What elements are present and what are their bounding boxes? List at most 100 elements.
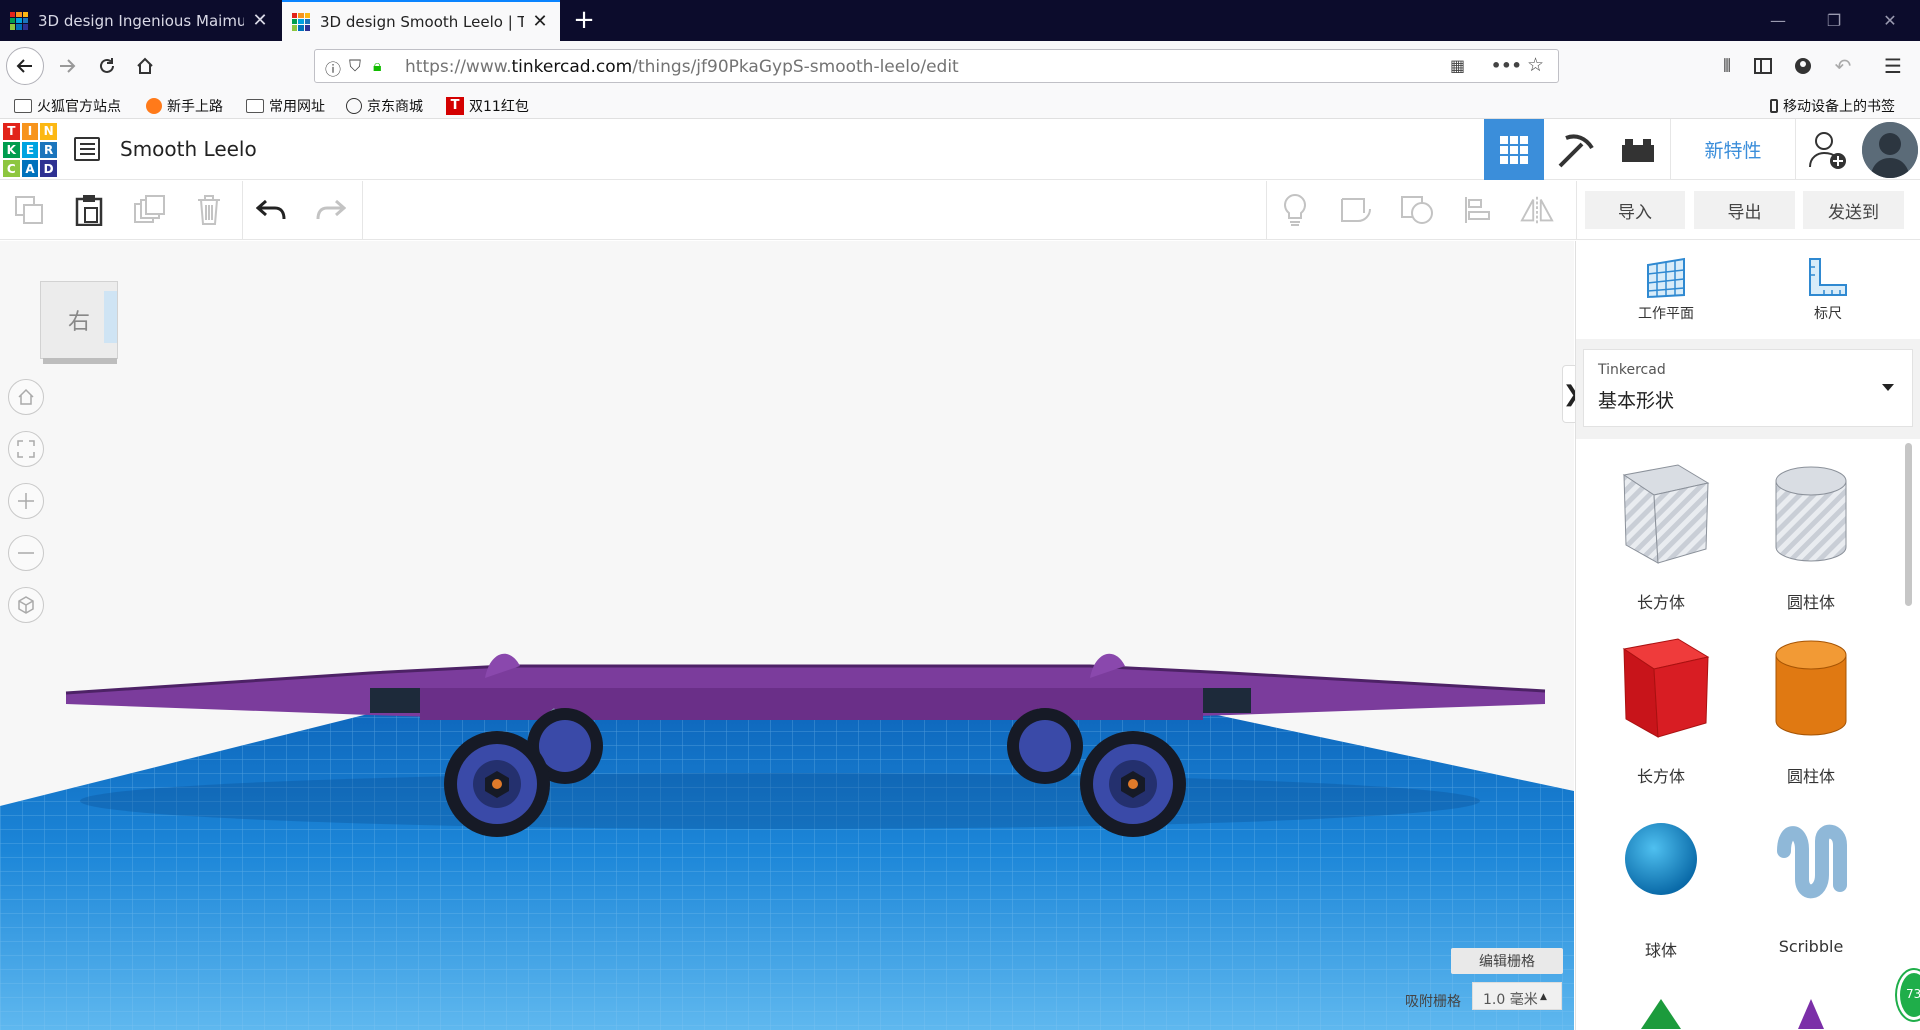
box-hole-icon (1622, 464, 1710, 564)
reload-button[interactable] (90, 49, 124, 83)
back-button[interactable] (6, 47, 44, 85)
menu-icon[interactable]: ☰ (1876, 49, 1910, 83)
box-icon (1622, 638, 1710, 738)
undo-icon[interactable] (254, 193, 288, 227)
copy-icon[interactable] (12, 193, 46, 227)
zoom-in-button[interactable] (8, 483, 44, 519)
shape-cylinder[interactable]: 圆柱体 (1746, 627, 1876, 787)
shape-sphere[interactable]: 球体 (1596, 801, 1726, 961)
panel-scrollbar[interactable] (1905, 443, 1912, 606)
arrow-left-icon (16, 59, 32, 73)
view-cube[interactable]: 右 (40, 281, 118, 364)
lightbulb-icon[interactable] (1278, 193, 1312, 227)
perspective-button[interactable] (8, 587, 44, 623)
sidebar-icon[interactable] (1746, 49, 1780, 83)
window-close-icon[interactable]: ✕ (1862, 0, 1918, 41)
new-tab-button[interactable]: + (568, 4, 600, 36)
send-to-button[interactable]: 发送到 (1803, 191, 1904, 229)
tinkercad-logo[interactable]: T I N K E R C A D (3, 123, 57, 177)
new-features-button[interactable]: 新特性 (1670, 119, 1796, 180)
edit-toolbar: 导入 导出 发送到 (0, 181, 1920, 240)
import-button[interactable]: 导入 (1585, 191, 1685, 229)
shape-grid: 长方体 圆柱体 长方体 圆柱体 球体 Scribble (1576, 439, 1920, 1030)
shape-cone[interactable] (1746, 969, 1876, 1029)
app-header: T I N K E R C A D Smooth Leelo 新特性 (0, 119, 1920, 180)
shape-pyramid[interactable] (1596, 969, 1726, 1029)
shape-box[interactable]: 长方体 (1596, 627, 1726, 787)
fit-view-button[interactable] (8, 431, 44, 467)
qr-code-icon[interactable]: ▦ (1450, 56, 1465, 75)
home-button[interactable] (128, 49, 162, 83)
browser-tab-active[interactable]: 3D design Smooth Leelo | Tin ✕ (282, 0, 560, 41)
folder-icon (246, 99, 264, 113)
bookmark-item[interactable]: 京东商城 (346, 96, 423, 116)
snap-grid-label: 吸附栅格 (1405, 994, 1461, 1010)
avatar[interactable] (1862, 122, 1918, 178)
bookmark-item[interactable]: T 双11红包 (446, 96, 529, 116)
bricks-button[interactable] (1608, 119, 1668, 180)
shape-cylinder-hole[interactable]: 圆柱体 (1746, 453, 1876, 613)
browser-tab[interactable]: 3D design Ingenious Maimu ✕ (0, 0, 280, 41)
close-icon[interactable]: ✕ (250, 10, 270, 31)
caret-up-icon: ▲ (1540, 992, 1547, 1002)
align-icon[interactable] (1460, 193, 1494, 227)
browser-navbar: ⓘ ⛉ 🔒︎ https://www.tinkercad.com/things/… (0, 41, 1920, 91)
3d-workplane-viewport[interactable]: 右 编辑栅格 吸附栅格 1.0 毫米 ▲ (0, 241, 1574, 1030)
3d-view-button[interactable] (1484, 119, 1544, 180)
trash-icon[interactable] (192, 193, 226, 227)
design-title[interactable]: Smooth Leelo (120, 137, 257, 161)
ruler-tool[interactable]: 标尺 (1768, 257, 1888, 323)
cube-icon (18, 596, 34, 614)
blocks-button[interactable] (1546, 119, 1606, 180)
redo-icon[interactable] (314, 193, 348, 227)
url-bar[interactable]: ⓘ ⛉ 🔒︎ https://www.tinkercad.com/things/… (314, 49, 1559, 83)
bookmark-item[interactable]: 新手上路 (146, 96, 223, 116)
home-view-button[interactable] (8, 379, 44, 415)
add-user-icon (1809, 131, 1846, 169)
workplane-tool[interactable]: 工作平面 (1606, 257, 1726, 323)
bookmark-star-icon[interactable]: ☆ (1527, 54, 1544, 76)
home-icon (18, 388, 34, 405)
ungroup-icon[interactable] (1400, 193, 1434, 227)
bookmarks-bar: 火狐官方站点 新手上路 常用网址 京东商城 T 双11红包 移动设备上的书签 (0, 91, 1920, 119)
shapes-panel: 工作平面 标尺 Tinkercad 基本形状 长方体 圆柱体 长方体 圆柱体 球… (1575, 241, 1920, 1030)
info-icon[interactable]: ⓘ (325, 56, 341, 80)
forward-button[interactable] (50, 49, 84, 83)
add-user-button[interactable] (1798, 119, 1858, 180)
restore-icon[interactable]: ❐ (1806, 0, 1862, 41)
undo-close-tab-icon[interactable]: ↶ (1826, 49, 1860, 83)
duplicate-icon[interactable] (132, 193, 166, 227)
bookmark-item[interactable]: 火狐官方站点 (14, 96, 121, 116)
chevron-down-icon (1882, 384, 1894, 391)
cylinder-hole-icon (1775, 466, 1847, 562)
folder-icon (14, 99, 32, 113)
edit-grid-button[interactable]: 编辑栅格 (1451, 948, 1563, 974)
zoom-out-button[interactable] (8, 535, 44, 571)
home-icon (137, 57, 153, 74)
shape-library-dropdown[interactable]: Tinkercad 基本形状 (1583, 349, 1913, 427)
more-actions-icon[interactable]: ••• (1491, 56, 1522, 75)
globe-icon (346, 98, 362, 114)
design-list-icon[interactable] (74, 137, 100, 161)
shape-scribble[interactable]: Scribble (1746, 801, 1876, 961)
brick-icon (1622, 138, 1654, 162)
paste-icon[interactable] (72, 193, 106, 227)
mobile-bookmarks[interactable]: 移动设备上的书签 (1770, 96, 1895, 116)
snap-grid-select[interactable]: 1.0 毫米 (1472, 982, 1562, 1010)
tmall-icon: T (446, 97, 464, 115)
tinkercad-favicon (10, 11, 28, 30)
shield-icon[interactable]: ⛉ (349, 56, 361, 76)
skateboard-model[interactable] (0, 241, 1574, 1030)
library-icon[interactable]: ⫴ (1710, 49, 1744, 83)
export-button[interactable]: 导出 (1694, 191, 1795, 229)
bookmark-item[interactable]: 常用网址 (246, 96, 325, 116)
mirror-icon[interactable] (1520, 193, 1554, 227)
lock-icon: 🔒︎ (373, 56, 382, 75)
fit-icon (17, 440, 35, 458)
minimize-icon[interactable]: — (1750, 0, 1806, 41)
shape-box-hole[interactable]: 长方体 (1596, 453, 1726, 613)
grid-icon (1500, 135, 1528, 164)
account-icon[interactable] (1786, 49, 1820, 83)
close-icon[interactable]: ✕ (530, 11, 550, 32)
group-icon[interactable] (1340, 193, 1374, 227)
